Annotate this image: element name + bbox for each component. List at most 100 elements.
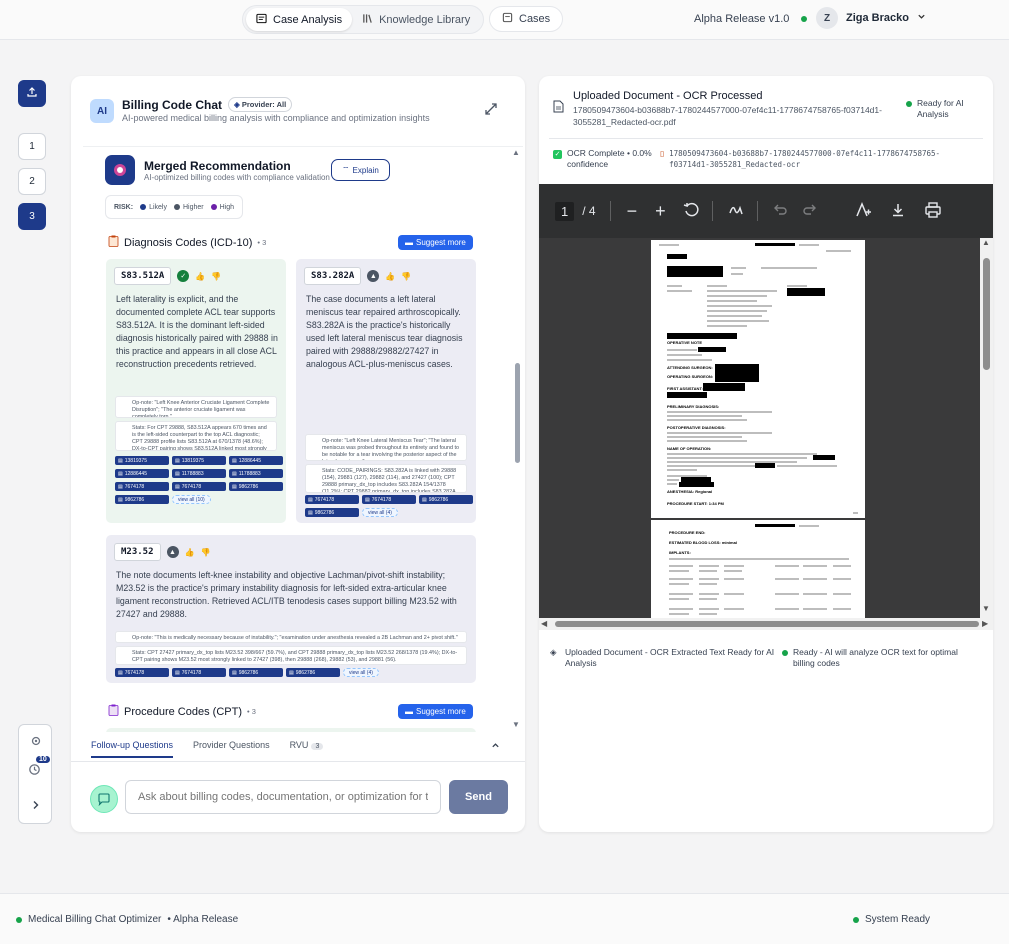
step-1-button[interactable]: 1 [18,132,46,160]
scroll-down-arrow[interactable]: ▼ [512,720,520,729]
history-count-badge: 10 [36,756,50,763]
claim-link[interactable]: ▤ 9862786 [286,668,340,677]
merge-icon [105,155,135,185]
diagnosis-card-s83-512a: S83.512A ✓ 👍 👎 Left laterality is explic… [106,259,286,523]
claim-link[interactable]: ▤ 11788883 [229,469,283,478]
code-pill[interactable]: S83.282A [304,267,362,285]
claim-id: 7674178 [181,483,202,490]
code-description: The case documents a left lateral menisc… [306,294,463,369]
scroll-up-arrow[interactable]: ▲ [512,148,520,157]
claim-link[interactable]: ▤ 7674178 [172,482,226,491]
add-text-icon[interactable] [854,201,872,222]
provider-filter-badge[interactable]: ◈ Provider: All [228,97,293,112]
claim-link[interactable]: ▤ 9862786 [305,508,359,517]
scroll-down-arrow[interactable]: ▼ [982,604,990,613]
user-name: Ziga Bracko [846,12,909,24]
claim-link[interactable]: ▤ 9862786 [115,495,169,504]
send-button[interactable]: Send [449,780,508,814]
tab-label: Case Analysis [273,13,343,26]
tab-case-analysis[interactable]: Case Analysis [246,8,353,31]
redo-icon[interactable] [802,202,818,221]
claim-link[interactable]: ▤ 12886445 [229,456,283,465]
claim-link[interactable]: ▤ 7674178 [115,668,169,677]
merged-recommendation-title: Merged Recommendation [144,159,291,173]
thumbs-down-icon[interactable]: 👎 [401,272,411,281]
avatar: Z [816,7,838,29]
tab-follow-up-questions[interactable]: Follow-up Questions [91,740,174,758]
claim-id: 12886445 [124,470,147,477]
claim-link[interactable]: ▤ 13819375 [115,456,169,465]
scroll-up-arrow[interactable]: ▲ [982,238,990,247]
divider [711,201,713,221]
user-menu[interactable]: Z Ziga Bracko [816,7,926,29]
thumbs-up-icon[interactable]: 👍 [185,548,195,557]
zoom-in-icon[interactable]: + [655,201,666,222]
scroll-thumb[interactable] [515,363,520,463]
scroll-right-arrow[interactable]: ▶ [982,619,988,628]
download-icon[interactable] [890,202,906,221]
chevron-up-icon[interactable] [491,739,500,753]
rvu-count-badge: 3 [311,743,324,750]
scroll-thumb[interactable] [983,258,990,370]
claim-link[interactable]: ▤ 13819375 [172,456,226,465]
explain-button[interactable]: ⌔ Explain [331,159,390,181]
pdf-horizontal-scrollbar[interactable]: ◀ ▶ [539,618,993,630]
view-all-claims-button[interactable]: view all (4) [362,508,398,517]
view-all-claims-button[interactable]: view all (4) [343,668,379,677]
claim-link[interactable]: ▤ 9862786 [419,495,473,504]
tab-rvu[interactable]: RVU 3 [290,740,324,758]
suggest-more-diagnosis-button[interactable]: ▬ Suggest more [398,235,473,250]
rotate-icon[interactable] [682,201,700,222]
pdf-post-dx: POSTOPERATIVE DIAGNOSIS: [667,425,726,430]
suggest-more-procedure-button[interactable]: ▬ Suggest more [398,704,473,719]
history-icon[interactable] [28,763,41,779]
thumbs-up-icon[interactable]: 👍 [195,272,205,281]
page-number-input[interactable]: 1 [555,201,575,221]
print-icon[interactable] [924,201,942,222]
chat-input[interactable] [125,780,441,814]
thumbs-down-icon[interactable]: 👎 [211,272,221,281]
rail-tools: 10 [18,724,52,824]
expand-icon[interactable] [483,101,499,120]
thumbs-down-icon[interactable]: 👎 [200,548,210,557]
claim-link[interactable]: ▤ 12886445 [115,469,169,478]
tab-knowledge-library[interactable]: Knowledge Library [352,8,480,31]
gear-icon[interactable] [30,735,42,750]
thumbs-up-icon[interactable]: 👍 [385,272,395,281]
chat-scrollbar[interactable]: ▲ ▼ [512,148,522,732]
tab-provider-questions[interactable]: Provider Questions [193,740,270,758]
claim-link[interactable]: ▤ 7674178 [305,495,359,504]
chevron-down-icon [917,12,926,24]
risk-high: High [210,204,234,211]
risk-legend: RISK: Likely Higher High [105,195,243,219]
cases-button[interactable]: Cases [489,6,564,32]
pdf-viewer[interactable]: OPERATIVE NOTE ATTENDING SURGEON: OPERAT… [539,238,993,618]
ocr-extracted-text: Uploaded Document - OCR Extracted Text R… [565,647,775,668]
step-3-button[interactable]: 3 [18,202,46,231]
claim-link[interactable]: ▤ 7674178 [115,482,169,491]
undo-icon[interactable] [772,202,788,221]
chevron-right-icon[interactable] [31,799,40,813]
recommendation-scroll-area[interactable]: Merged Recommendation AI-optimized billi… [83,146,523,732]
claim-id: 9862786 [428,496,449,503]
claim-link[interactable]: ▤ 9862786 [229,482,283,491]
zoom-out-icon[interactable]: − [627,201,638,222]
claim-link[interactable]: ▤ 9862786 [229,668,283,677]
document-footer: ◈ Uploaded Document - OCR Extracted Text… [539,642,993,682]
stats-quote: Stats: CPT 27427 primary_dx_top lists M2… [115,646,467,665]
step-2-button[interactable]: 2 [18,167,46,195]
diamond-icon: ◈ [550,647,557,657]
claim-link[interactable]: ▤ 7674178 [362,495,416,504]
draw-icon[interactable] [727,201,745,222]
claim-id: 9862786 [295,669,316,676]
code-pill[interactable]: S83.512A [114,267,172,285]
pdf-operative-note: OPERATIVE NOTE [667,340,703,345]
code-pill[interactable]: M23.52 [114,543,161,561]
view-all-claims-button[interactable]: view all (10) [172,495,211,504]
claim-link[interactable]: ▤ 11788883 [172,469,226,478]
claim-link[interactable]: ▤ 7674178 [172,668,226,677]
scroll-left-arrow[interactable]: ◀ [541,619,547,628]
upload-button[interactable] [18,80,46,108]
pdf-vertical-scrollbar[interactable]: ▲ ▼ [980,238,993,618]
scroll-thumb[interactable] [555,621,979,627]
